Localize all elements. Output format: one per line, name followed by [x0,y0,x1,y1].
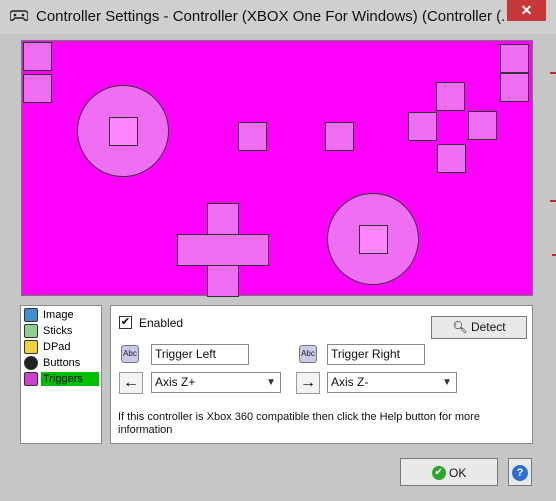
sticks-icon [24,324,38,338]
nav-item-label: Sticks [43,325,73,337]
trigger-right-name-field[interactable]: Trigger Right [327,344,425,365]
ok-button[interactable]: ✔ OK [400,458,498,486]
text-field-icon: Abc [121,345,139,363]
title-bar: Controller Settings - Controller (XBOX O… [0,0,556,34]
controller-image [21,40,533,297]
left-trigger-button[interactable] [23,74,52,103]
window-title: Controller Settings - Controller (XBOX O… [36,8,506,25]
start-button[interactable] [325,122,354,151]
right-stick-button[interactable] [359,225,388,254]
trigger-right-axis-select[interactable]: Axis Z- ▼ [327,372,457,393]
dpad-icon [24,340,38,354]
trigger-left-axis-select[interactable]: Axis Z+ ▼ [151,372,281,393]
nav-item-label: DPad [43,341,71,353]
back-button[interactable] [238,122,267,151]
right-arrow-icon[interactable]: → [296,372,320,394]
right-bumper-button[interactable] [500,44,529,73]
xbox360-help-text: If this controller is Xbox 360 compatibl… [118,411,480,436]
right-stick[interactable] [327,193,419,285]
trigger-left-axis-value: Axis Z+ [155,375,196,389]
close-button[interactable]: ✕ [507,0,546,21]
face-button-bottom[interactable] [437,144,466,173]
trigger-right-axis-value: Axis Z- [331,375,369,389]
left-bumper-button[interactable] [23,42,52,71]
nav-item-triggers[interactable]: Triggers [23,371,99,387]
nav-item-label: Buttons [43,357,81,369]
enabled-label: Enabled [139,316,184,330]
left-stick-button[interactable] [109,117,138,146]
detect-label: Detect [470,320,506,334]
nav-item-image[interactable]: Image [23,307,99,323]
triggers-icon [24,372,38,386]
dpad[interactable] [177,203,269,297]
left-stick[interactable] [77,85,169,177]
right-trigger-button[interactable] [500,73,529,102]
trigger-left-name-field[interactable]: Trigger Left [151,344,249,365]
background-edge-line [550,200,556,202]
image-icon [24,308,38,322]
enabled-checkbox[interactable]: ✔ [119,316,132,329]
help-icon: ? [512,465,528,481]
chevron-down-icon: ▼ [442,377,452,388]
dpad-center [208,235,238,265]
buttons-icon [24,356,38,370]
detect-button[interactable]: 🔍︎ Detect [431,316,527,339]
magnifier-icon: 🔍︎ [452,320,468,334]
controller-settings-window: Controller Settings - Controller (XBOX O… [0,0,556,501]
help-button[interactable]: ? [508,458,532,486]
gamepad-icon [10,10,28,22]
background-edge-line [550,72,556,74]
face-button-top[interactable] [436,82,465,111]
face-button-right[interactable] [468,111,497,140]
nav-item-label: Image [43,309,74,321]
checkmark-icon: ✔ [431,465,446,480]
nav-item-buttons[interactable]: Buttons [23,355,99,371]
chevron-down-icon: ▼ [266,377,276,388]
nav-item-label: Triggers [41,372,99,386]
face-button-left[interactable] [408,112,437,141]
background-edge-line [552,254,556,256]
text-field-icon: Abc [299,345,317,363]
ok-label: OK [449,465,467,480]
nav-item-sticks[interactable]: Sticks [23,323,99,339]
nav-item-dpad[interactable]: DPad [23,339,99,355]
left-arrow-icon[interactable]: ← [119,372,143,394]
settings-category-list: Image Sticks DPad Buttons Triggers [20,305,102,444]
